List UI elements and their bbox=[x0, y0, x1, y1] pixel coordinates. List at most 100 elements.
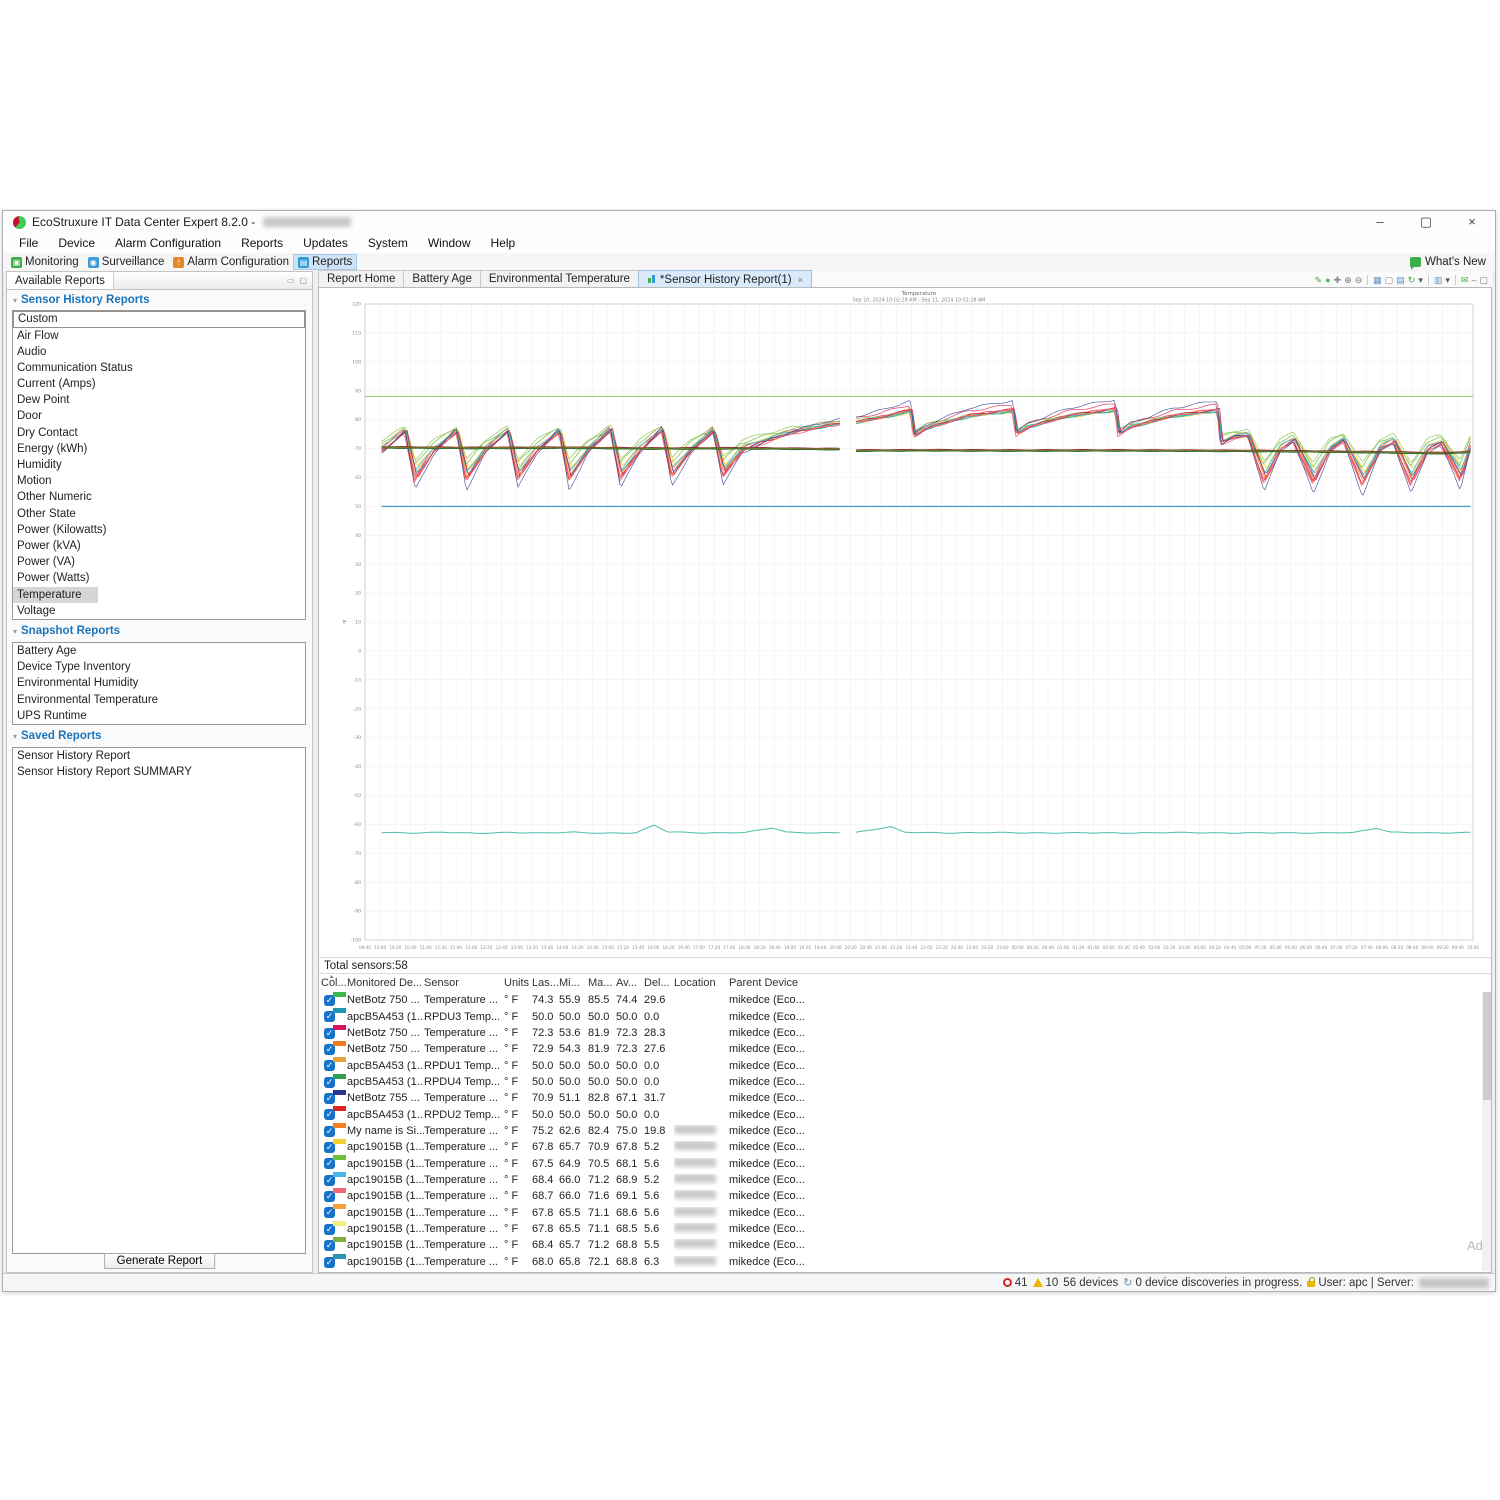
table-row[interactable]: ✓My name is Si...Temperature ...° F75.26… bbox=[321, 1123, 1475, 1139]
column-header-units[interactable]: Units bbox=[504, 975, 532, 991]
window-layout-icon[interactable]: ▢ bbox=[1385, 275, 1394, 285]
report-item-dry-contact[interactable]: Dry Contact bbox=[13, 425, 305, 441]
report-item-power-kilowatts[interactable]: Power (Kilowatts) bbox=[13, 522, 305, 538]
report-item-audio[interactable]: Audio bbox=[13, 344, 305, 360]
report-item-power-va[interactable]: Power (VA) bbox=[13, 554, 305, 570]
column-header-parent-device[interactable]: Parent Device bbox=[729, 975, 1475, 991]
report-item-environmental-humidity[interactable]: Environmental Humidity bbox=[13, 675, 305, 691]
menu-item-updates[interactable]: Updates bbox=[293, 236, 358, 250]
column-header-sensor[interactable]: Sensor bbox=[424, 975, 504, 991]
menu-item-window[interactable]: Window bbox=[418, 236, 481, 250]
report-item-environmental-temperature[interactable]: Environmental Temperature bbox=[13, 692, 305, 708]
report-item-energy-kwh[interactable]: Energy (kWh) bbox=[13, 441, 305, 457]
column-header-av[interactable]: Av... bbox=[616, 975, 644, 991]
minimize-panel-icon[interactable]: ▭ bbox=[287, 276, 295, 285]
report-item-air-flow[interactable]: Air Flow bbox=[13, 328, 305, 344]
menu-item-device[interactable]: Device bbox=[48, 236, 105, 250]
table-row[interactable]: ✓apc19015B (1...Temperature ...° F68.766… bbox=[321, 1188, 1475, 1204]
maximize-view-icon[interactable]: ▢ bbox=[1479, 275, 1488, 285]
warning-alarms-status[interactable]: 10 bbox=[1033, 1277, 1059, 1289]
menu-item-reports[interactable]: Reports bbox=[231, 236, 293, 250]
export-image-icon[interactable]: ▤ bbox=[1396, 275, 1405, 285]
section-collapse-icon[interactable]: ▾ bbox=[13, 296, 17, 305]
section-collapse-icon[interactable]: ▾ bbox=[13, 627, 17, 636]
report-item-temperature[interactable]: Temperature bbox=[13, 587, 98, 603]
report-item-other-state[interactable]: Other State bbox=[13, 506, 305, 522]
menu-item-alarm-configuration[interactable]: Alarm Configuration bbox=[105, 236, 231, 250]
table-row[interactable]: ✓apc19015B (1...Temperature ...° F67.865… bbox=[321, 1204, 1475, 1220]
perspective-monitoring[interactable]: ▣Monitoring bbox=[7, 255, 83, 269]
refresh-menu-icon[interactable]: ▾ bbox=[1418, 275, 1423, 285]
perspective-alarm-configuration[interactable]: !Alarm Configuration bbox=[169, 255, 293, 269]
marker-icon[interactable]: ● bbox=[1325, 275, 1330, 285]
report-item-battery-age[interactable]: Battery Age bbox=[13, 643, 305, 659]
column-header-las[interactable]: Las... bbox=[532, 975, 559, 991]
menu-item-file[interactable]: File bbox=[9, 236, 48, 250]
available-reports-tab[interactable]: Available Reports bbox=[7, 272, 114, 289]
perspective-reports[interactable]: ▤Reports bbox=[294, 255, 356, 269]
perspective-surveillance[interactable]: ◉Surveillance bbox=[84, 255, 169, 269]
critical-alarms-status[interactable]: 41 bbox=[1003, 1277, 1028, 1289]
table-row[interactable]: ✓apcB5A453 (1...RPDU4 Temp...° F50.050.0… bbox=[321, 1074, 1475, 1090]
table-row[interactable]: ✓apc19015B (1...Temperature ...° F67.865… bbox=[321, 1139, 1475, 1155]
column-header-monitored-de[interactable]: Monitored De... bbox=[347, 975, 424, 991]
save-menu-icon[interactable]: ▾ bbox=[1445, 275, 1450, 285]
report-item-door[interactable]: Door bbox=[13, 408, 305, 424]
report-item-communication-status[interactable]: Communication Status bbox=[13, 360, 305, 376]
table-scrollbar[interactable] bbox=[1482, 992, 1492, 1271]
column-header-del[interactable]: Del... bbox=[644, 975, 674, 991]
table-row[interactable]: ✓apc19015B (1...Temperature ...° F68.466… bbox=[321, 1172, 1475, 1188]
zoom-out-icon[interactable]: ⊖ bbox=[1355, 275, 1363, 285]
generate-report-button[interactable]: Generate Report bbox=[104, 1253, 216, 1269]
temperature-chart[interactable]: 09:4010:0010:2010:4011:0011:2011:4012:00… bbox=[319, 288, 1492, 960]
table-row[interactable]: ✓apc19015B (1...Temperature ...° F67.865… bbox=[321, 1221, 1475, 1237]
report-item-device-type-inventory[interactable]: Device Type Inventory bbox=[13, 659, 305, 675]
column-header-location[interactable]: Location bbox=[674, 975, 729, 991]
table-row[interactable]: ✓apcB5A453 (1...RPDU2 Temp...° F50.050.0… bbox=[321, 1106, 1475, 1122]
menu-item-system[interactable]: System bbox=[358, 236, 418, 250]
zoom-in-icon[interactable]: ⊕ bbox=[1344, 275, 1352, 285]
report-item-humidity[interactable]: Humidity bbox=[13, 457, 305, 473]
table-row[interactable]: ✓apc19015B (1...Temperature ...° F68.465… bbox=[321, 1237, 1475, 1253]
pan-icon[interactable]: ✚ bbox=[1334, 275, 1342, 285]
table-row[interactable]: ✓NetBotz 750 ...Temperature ...° F72.353… bbox=[321, 1025, 1475, 1041]
scrollbar-thumb[interactable] bbox=[1483, 992, 1491, 1100]
table-row[interactable]: ✓NetBotz 750 ...Temperature ...° F72.954… bbox=[321, 1041, 1475, 1057]
table-row[interactable]: ✓apc19015B (1...Temperature ...° F68.065… bbox=[321, 1254, 1475, 1270]
column-header-mi[interactable]: Mi... bbox=[559, 975, 588, 991]
close-tab-icon[interactable]: × bbox=[798, 273, 803, 287]
report-item-sensor-history-report-summary[interactable]: Sensor History Report SUMMARY bbox=[13, 764, 305, 780]
column-header-ma[interactable]: Ma... bbox=[588, 975, 616, 991]
table-view-icon[interactable]: ▦ bbox=[1373, 275, 1382, 285]
table-row[interactable]: ✓apcB5A453 (1...RPDU3 Temp...° F50.050.0… bbox=[321, 1008, 1475, 1024]
table-row[interactable]: ✓NetBotz 755 ...Temperature ...° F70.951… bbox=[321, 1090, 1475, 1106]
report-item-voltage[interactable]: Voltage bbox=[13, 603, 305, 619]
feedback-icon[interactable]: ✉ bbox=[1461, 275, 1469, 285]
tab-report-home[interactable]: Report Home bbox=[318, 270, 404, 287]
refresh-icon[interactable]: ↻ bbox=[1408, 275, 1416, 285]
maximize-button[interactable]: ▢ bbox=[1403, 211, 1449, 233]
maximize-panel-icon[interactable]: ▢ bbox=[299, 276, 307, 285]
save-icon[interactable]: ▥ bbox=[1434, 275, 1443, 285]
close-button[interactable]: × bbox=[1449, 211, 1495, 233]
column-header-col[interactable]: Col...▴ bbox=[321, 975, 347, 993]
section-collapse-icon[interactable]: ▾ bbox=[13, 732, 17, 741]
report-item-power-kva[interactable]: Power (kVA) bbox=[13, 538, 305, 554]
report-item-current-amps[interactable]: Current (Amps) bbox=[13, 376, 305, 392]
table-row[interactable]: ✓apc19015B (1...Temperature ...° F67.564… bbox=[321, 1155, 1475, 1171]
minimize-button[interactable]: – bbox=[1357, 211, 1403, 233]
menu-item-help[interactable]: Help bbox=[481, 236, 526, 250]
minimize-view-icon[interactable]: – bbox=[1471, 275, 1476, 285]
tab-environmental-temperature[interactable]: Environmental Temperature bbox=[480, 270, 639, 287]
report-item-custom[interactable]: Custom bbox=[13, 311, 305, 328]
edit-chart-icon[interactable]: ✎ bbox=[1315, 275, 1323, 285]
table-row[interactable]: ✓apcB5A453 (1...RPDU1 Temp...° F50.050.0… bbox=[321, 1057, 1475, 1073]
report-item-power-watts[interactable]: Power (Watts) bbox=[13, 570, 305, 586]
report-item-motion[interactable]: Motion bbox=[13, 473, 305, 489]
report-item-other-numeric[interactable]: Other Numeric bbox=[13, 489, 305, 505]
report-item-ups-runtime[interactable]: UPS Runtime bbox=[13, 708, 305, 724]
report-item-sensor-history-report[interactable]: Sensor History Report bbox=[13, 748, 305, 764]
tab-battery-age[interactable]: Battery Age bbox=[403, 270, 480, 287]
table-row[interactable]: ✓NetBotz 750 ...Temperature ...° F74.355… bbox=[321, 992, 1475, 1008]
tab-sensor-history-report-1[interactable]: *Sensor History Report(1)× bbox=[638, 270, 812, 287]
